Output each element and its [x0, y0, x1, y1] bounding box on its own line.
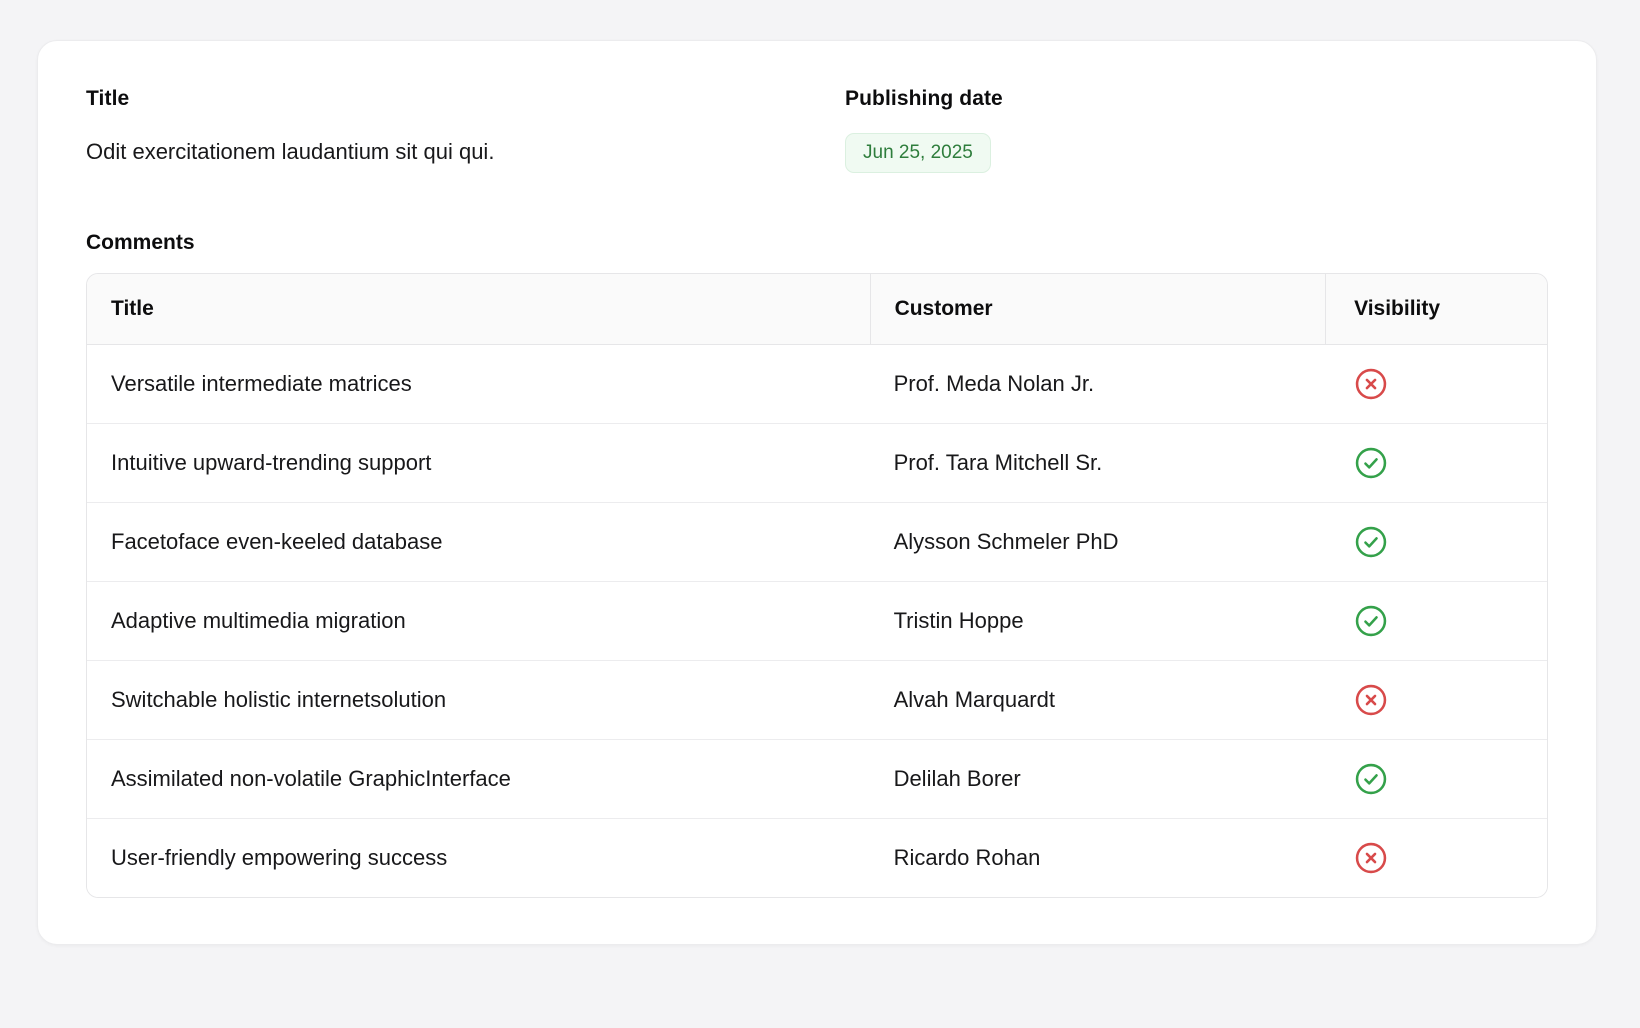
comment-visibility-cell [1325, 345, 1547, 423]
comment-title-cell: Intuitive upward-trending support [87, 423, 870, 502]
comment-title-cell: Versatile intermediate matrices [87, 345, 870, 423]
column-header-customer: Customer [870, 274, 1326, 345]
check-circle-icon [1353, 603, 1389, 639]
comment-visibility-cell [1325, 818, 1547, 897]
x-circle-icon [1353, 840, 1389, 876]
title-field-label: Title [86, 87, 845, 111]
x-circle-icon [1353, 366, 1389, 402]
comment-customer-cell: Prof. Meda Nolan Jr. [870, 345, 1326, 423]
table-row: User-friendly empowering success Ricardo… [87, 818, 1547, 897]
comment-visibility-cell [1325, 581, 1547, 660]
comment-customer-cell: Alysson Schmeler PhD [870, 502, 1326, 581]
comments-table: Title Customer Visibility Versatile inte… [86, 273, 1548, 898]
check-circle-icon [1353, 524, 1389, 560]
table-row: Switchable holistic internetsolution Alv… [87, 660, 1547, 739]
comment-customer-cell: Prof. Tara Mitchell Sr. [870, 423, 1326, 502]
check-circle-icon [1353, 761, 1389, 797]
comment-visibility-cell [1325, 660, 1547, 739]
comment-customer-cell: Delilah Borer [870, 739, 1326, 818]
check-circle-icon [1353, 445, 1389, 481]
comment-customer-cell: Tristin Hoppe [870, 581, 1326, 660]
comment-customer-cell: Ricardo Rohan [870, 818, 1326, 897]
x-circle-icon [1353, 682, 1389, 718]
comment-title-cell: Facetoface even-keeled database [87, 502, 870, 581]
table-row: Versatile intermediate matrices Prof. Me… [87, 345, 1547, 423]
table-row: Intuitive upward-trending support Prof. … [87, 423, 1547, 502]
comment-customer-cell: Alvah Marquardt [870, 660, 1326, 739]
comments-heading: Comments [86, 231, 1548, 255]
comment-title-cell: Adaptive multimedia migration [87, 581, 870, 660]
summary-fields: Title Odit exercitationem laudantium sit… [86, 87, 1548, 173]
title-field: Title Odit exercitationem laudantium sit… [86, 87, 845, 165]
table-header-row: Title Customer Visibility [87, 274, 1547, 345]
publishing-date-badge: Jun 25, 2025 [845, 133, 991, 173]
comment-title-cell: Switchable holistic internetsolution [87, 660, 870, 739]
comment-visibility-cell [1325, 502, 1547, 581]
comment-title-cell: User-friendly empowering success [87, 818, 870, 897]
table-row: Assimilated non-volatile GraphicInterfac… [87, 739, 1547, 818]
comment-visibility-cell [1325, 423, 1547, 502]
table-row: Adaptive multimedia migration Tristin Ho… [87, 581, 1547, 660]
column-header-title: Title [87, 274, 870, 345]
detail-card: Title Odit exercitationem laudantium sit… [37, 40, 1597, 945]
publishing-date-label: Publishing date [845, 87, 1548, 111]
comment-visibility-cell [1325, 739, 1547, 818]
comment-title-cell: Assimilated non-volatile GraphicInterfac… [87, 739, 870, 818]
title-field-value: Odit exercitationem laudantium sit qui q… [86, 139, 845, 165]
publishing-date-field: Publishing date Jun 25, 2025 [845, 87, 1548, 173]
table-row: Facetoface even-keeled database Alysson … [87, 502, 1547, 581]
column-header-visibility: Visibility [1325, 274, 1547, 345]
